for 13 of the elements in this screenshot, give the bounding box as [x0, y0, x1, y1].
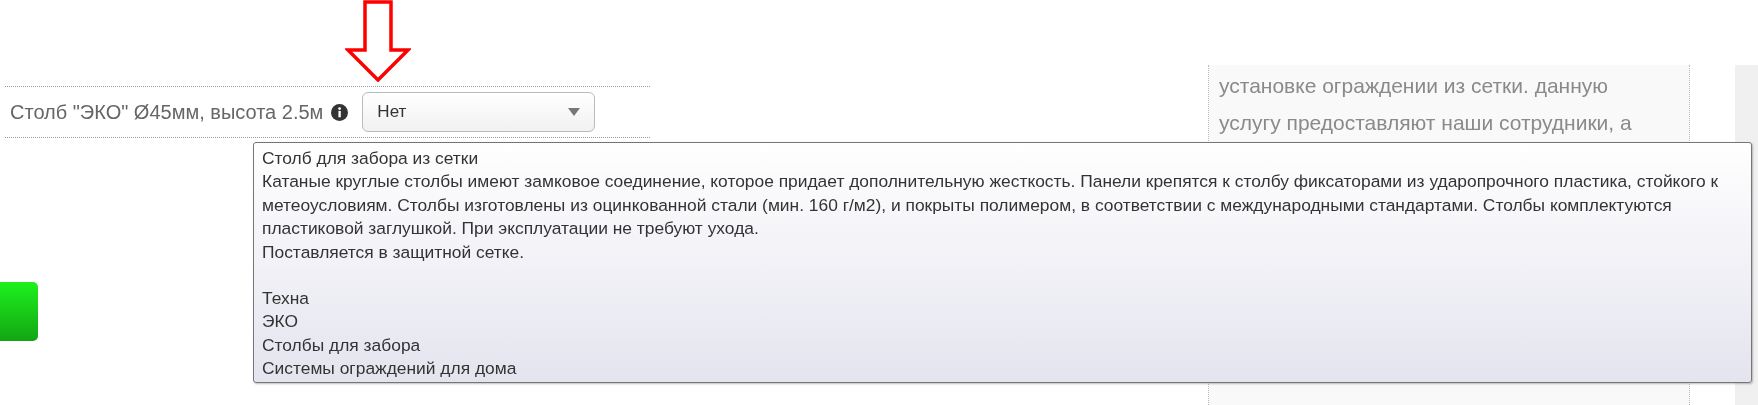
- tooltip-note: Поставляется в защитной сетке.: [262, 240, 526, 264]
- tooltip-tag: Системы ограждений для дома: [262, 357, 1743, 381]
- tooltip-tag: Техна: [262, 287, 1743, 311]
- tooltip-tag: Столбы для забора: [262, 333, 1743, 358]
- caret-icon: [568, 108, 581, 116]
- dropdown[interactable]: Нет: [362, 92, 596, 132]
- option-label: Столб "ЭКО" Ø45мм, высота 2.5м: [10, 100, 324, 125]
- panel-text: установке ограждении из сетки. данную: [1219, 73, 1610, 99]
- panel-text: услугу предоставляют наши сотрудники, а: [1219, 110, 1633, 136]
- tooltip-description: Катаные круглые столбы имеют замковое соединение, которое придает дополнительную жесткость. Панели крепятся к столбу фиксаторами из ударопрочного пластика, стойкого к метеоусловиям. Столбы изготовлены из оцинкованной стали (мин. 160 г/м2), и покрыты полимером, в соответствии с международными стандартами. Столбы комплектуются пластиковой заглушкой. При эксплуатации не требуют ухода.: [262, 170, 1720, 241]
- tooltip-tag: ЭКО: [262, 310, 1743, 334]
- info-icon[interactable]: [331, 103, 349, 121]
- tooltip-title: Столб для забора из сетки: [262, 147, 480, 170]
